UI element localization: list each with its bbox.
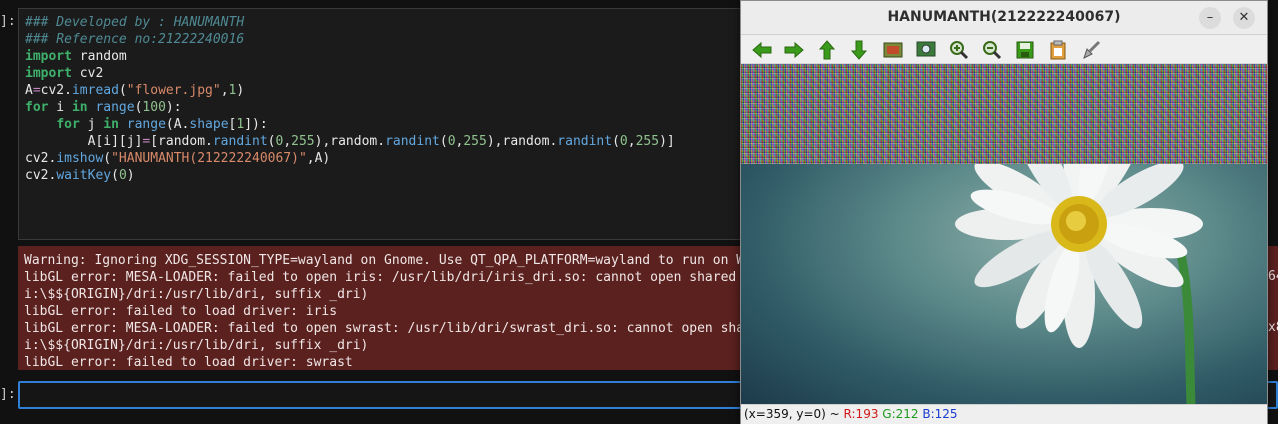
code-token: waitKey	[56, 168, 112, 183]
code-token: "flower.jpg"	[126, 83, 221, 98]
image-toolbar	[741, 35, 1267, 64]
code-token: random	[71, 49, 127, 64]
code-line: cv2.imshow("HANUMANTH(212222240067)",A)	[25, 150, 753, 167]
red-channel-value: R:193	[843, 407, 879, 421]
code-token: ,A)	[306, 151, 331, 166]
daisy-photo-region	[741, 100, 1267, 404]
code-token: 0	[118, 168, 127, 183]
code-token: [random.	[150, 134, 213, 149]
code-token: cv2.	[25, 168, 57, 183]
zoom-fit-icon[interactable]	[915, 39, 937, 61]
save-icon[interactable]	[1014, 39, 1036, 61]
code-line: cv2.waitKey(0)	[25, 167, 753, 184]
code-token: =	[32, 83, 41, 98]
next-cell-prompt: ]:	[0, 387, 16, 402]
opencv-image-window[interactable]: HANUMANTH(212222240067) – ✕ (x=359, y=0)…	[740, 0, 1268, 424]
code-token: range	[95, 100, 135, 115]
code-token: (A.	[165, 117, 190, 132]
code-token: import	[25, 49, 72, 64]
code-token: 0	[619, 134, 628, 149]
code-token: (	[111, 168, 119, 183]
code-token: A	[25, 83, 33, 98]
code-token: ### Reference no:21222240016	[25, 32, 245, 47]
code-token: randint	[557, 134, 613, 149]
code-token: imread	[71, 83, 119, 98]
code-token: "HANUMANTH(212222240067)"	[111, 151, 307, 166]
code-token: 0	[447, 134, 456, 149]
code-token: ,	[283, 134, 292, 149]
window-titlebar[interactable]: HANUMANTH(212222240067) – ✕	[741, 1, 1267, 35]
code-token: ):	[165, 100, 182, 115]
code-token: 100	[142, 100, 166, 115]
code-token: ),random.	[314, 134, 386, 149]
code-token: (	[439, 134, 448, 149]
code-token: )	[126, 168, 135, 183]
displayed-image[interactable]	[741, 64, 1267, 404]
code-token: for	[25, 100, 49, 115]
input-prompt: ]:	[0, 14, 16, 29]
code-token: 255	[291, 134, 315, 149]
code-cell[interactable]: ### Developed by : HANUMANTH ### Referenc…	[18, 8, 760, 240]
minimize-button[interactable]: –	[1199, 7, 1221, 29]
output-fragment: x86	[1268, 320, 1278, 335]
code-line: A=cv2.imread("flower.jpg",1)	[25, 82, 753, 99]
code-line: ### Developed by : HANUMANTH	[25, 14, 753, 31]
arrow-down-icon[interactable]	[848, 39, 870, 61]
brush-icon[interactable]	[1080, 39, 1102, 61]
code-line: ### Reference no:21222240016	[25, 31, 753, 48]
code-token: ),random.	[486, 134, 558, 149]
arrow-up-icon[interactable]	[816, 39, 838, 61]
code-token: ,	[220, 83, 229, 98]
zoom-in-icon[interactable]	[948, 39, 970, 61]
window-title: HANUMANTH(212222240067)	[887, 9, 1121, 25]
code-line: for i in range(100):	[25, 99, 753, 116]
code-token: (	[118, 83, 127, 98]
code-token: for	[56, 117, 80, 132]
code-token: (	[103, 151, 112, 166]
output-fragment: 64	[1268, 269, 1278, 284]
code-token: ]):	[244, 117, 268, 132]
random-noise-region	[741, 64, 1267, 164]
code-token: in	[71, 100, 88, 115]
code-token: )	[236, 83, 245, 98]
code-line: import cv2	[25, 65, 753, 82]
code-token: cv2.	[40, 83, 72, 98]
code-token: A[i][j]	[25, 134, 143, 149]
code-token: ,	[627, 134, 636, 149]
code-token: in	[103, 117, 119, 132]
zoom-out-icon[interactable]	[981, 39, 1003, 61]
code-token: shape	[189, 117, 229, 132]
arrow-right-icon[interactable]	[783, 39, 805, 61]
code-token: imshow	[56, 151, 104, 166]
code-token: j	[79, 117, 104, 132]
daisy-flower-icon	[955, 100, 1203, 404]
code-token: cv2	[71, 66, 104, 81]
code-line: import random	[25, 48, 753, 65]
code-line: for j in range(A.shape[1]):	[25, 116, 753, 133]
code-token: )]	[659, 134, 675, 149]
properties-icon[interactable]	[1047, 39, 1069, 61]
green-channel-value: G:212	[882, 407, 919, 421]
image-icon[interactable]	[882, 39, 904, 61]
code-token: range	[126, 117, 166, 132]
cursor-coordinates: (x=359, y=0) ~	[744, 407, 840, 421]
code-line: A[i][j]=[random.randint(0,255),random.ra…	[25, 133, 753, 150]
close-button[interactable]: ✕	[1233, 7, 1255, 29]
pixel-status-bar: (x=359, y=0) ~ R:193 G:212 B:125	[741, 404, 1267, 424]
code-token: 255	[463, 134, 487, 149]
blue-channel-value: B:125	[922, 407, 958, 421]
code-token: import	[25, 66, 72, 81]
code-token: randint	[212, 134, 268, 149]
code-token: ### Developed by : HANUMANTH	[25, 15, 245, 30]
code-token: i	[48, 100, 72, 115]
code-token: randint	[385, 134, 440, 149]
code-token: 255	[635, 134, 660, 149]
code-token: (	[612, 134, 620, 149]
code-token: 1	[236, 117, 245, 132]
code-token: cv2.	[25, 151, 57, 166]
arrow-left-icon[interactable]	[751, 39, 773, 61]
